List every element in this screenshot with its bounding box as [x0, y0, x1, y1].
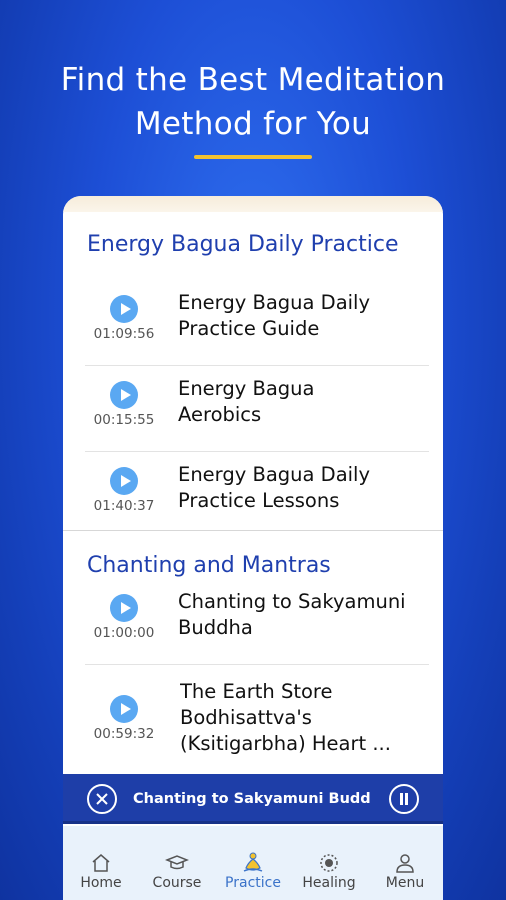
- section-divider: [63, 530, 443, 531]
- bottom-tab-bar: Home Course Practice Healing Menu: [63, 826, 443, 900]
- pause-icon[interactable]: [389, 784, 419, 814]
- item-title[interactable]: The Earth Store Bodhisattva's (Ksitigarb…: [180, 679, 430, 759]
- tab-menu[interactable]: Menu: [367, 826, 443, 900]
- now-playing-bar[interactable]: Chanting to Sakyamuni Budd: [63, 774, 443, 824]
- person-icon: [396, 854, 414, 873]
- item-title[interactable]: Energy Bagua Daily Practice Lessons: [178, 462, 428, 514]
- graduation-cap-icon: [165, 855, 189, 870]
- list-item[interactable]: 01:09:56 Energy Bagua Daily Practice Gui…: [85, 280, 437, 366]
- play-icon[interactable]: [110, 295, 138, 323]
- headline-line-2: Method for You: [134, 106, 372, 142]
- item-title[interactable]: Chanting to Sakyamuni Buddha: [178, 589, 428, 641]
- tab-practice-label: Practice: [225, 875, 281, 891]
- play-icon[interactable]: [110, 695, 138, 723]
- play-icon[interactable]: [110, 467, 138, 495]
- tab-healing-label: Healing: [302, 875, 356, 891]
- healing-icon: [320, 854, 338, 872]
- section-title-energy-bagua: Energy Bagua Daily Practice: [87, 232, 399, 257]
- item-divider: [85, 664, 429, 665]
- now-playing-title[interactable]: Chanting to Sakyamuni Budd: [133, 788, 385, 810]
- home-icon: [92, 854, 110, 872]
- meditation-icon: [243, 852, 263, 872]
- tab-home[interactable]: Home: [63, 826, 139, 900]
- tab-course[interactable]: Course: [139, 826, 215, 900]
- item-duration: 00:15:55: [93, 412, 155, 428]
- tab-menu-label: Menu: [385, 875, 425, 891]
- list-item[interactable]: 01:00:00 Chanting to Sakyamuni Buddha: [85, 579, 437, 665]
- headline-line-1: Find the Best Meditation: [60, 62, 446, 98]
- card-top-strip: [63, 196, 443, 212]
- headline-underline: [194, 155, 312, 159]
- item-title[interactable]: Energy Bagua Aerobics: [178, 376, 328, 428]
- item-title[interactable]: Energy Bagua Daily Practice Guide: [178, 290, 428, 342]
- tab-healing[interactable]: Healing: [291, 826, 367, 900]
- item-duration: 00:59:32: [93, 726, 155, 742]
- page-headline: Find the Best Meditation Method for You: [0, 58, 506, 146]
- play-icon[interactable]: [110, 594, 138, 622]
- tab-practice[interactable]: Practice: [215, 826, 291, 900]
- tab-home-label: Home: [80, 875, 122, 891]
- list-item[interactable]: 01:40:37 Energy Bagua Daily Practice Les…: [85, 452, 437, 538]
- list-item[interactable]: 00:59:32 The Earth Store Bodhisattva's (…: [85, 675, 437, 775]
- close-icon[interactable]: [87, 784, 117, 814]
- item-duration: 01:00:00: [93, 625, 155, 641]
- item-duration: 01:40:37: [93, 498, 155, 514]
- tab-course-label: Course: [152, 875, 202, 891]
- list-item[interactable]: 00:15:55 Energy Bagua Aerobics: [85, 366, 437, 452]
- item-duration: 01:09:56: [93, 326, 155, 342]
- section-title-chanting: Chanting and Mantras: [87, 553, 331, 578]
- play-icon[interactable]: [110, 381, 138, 409]
